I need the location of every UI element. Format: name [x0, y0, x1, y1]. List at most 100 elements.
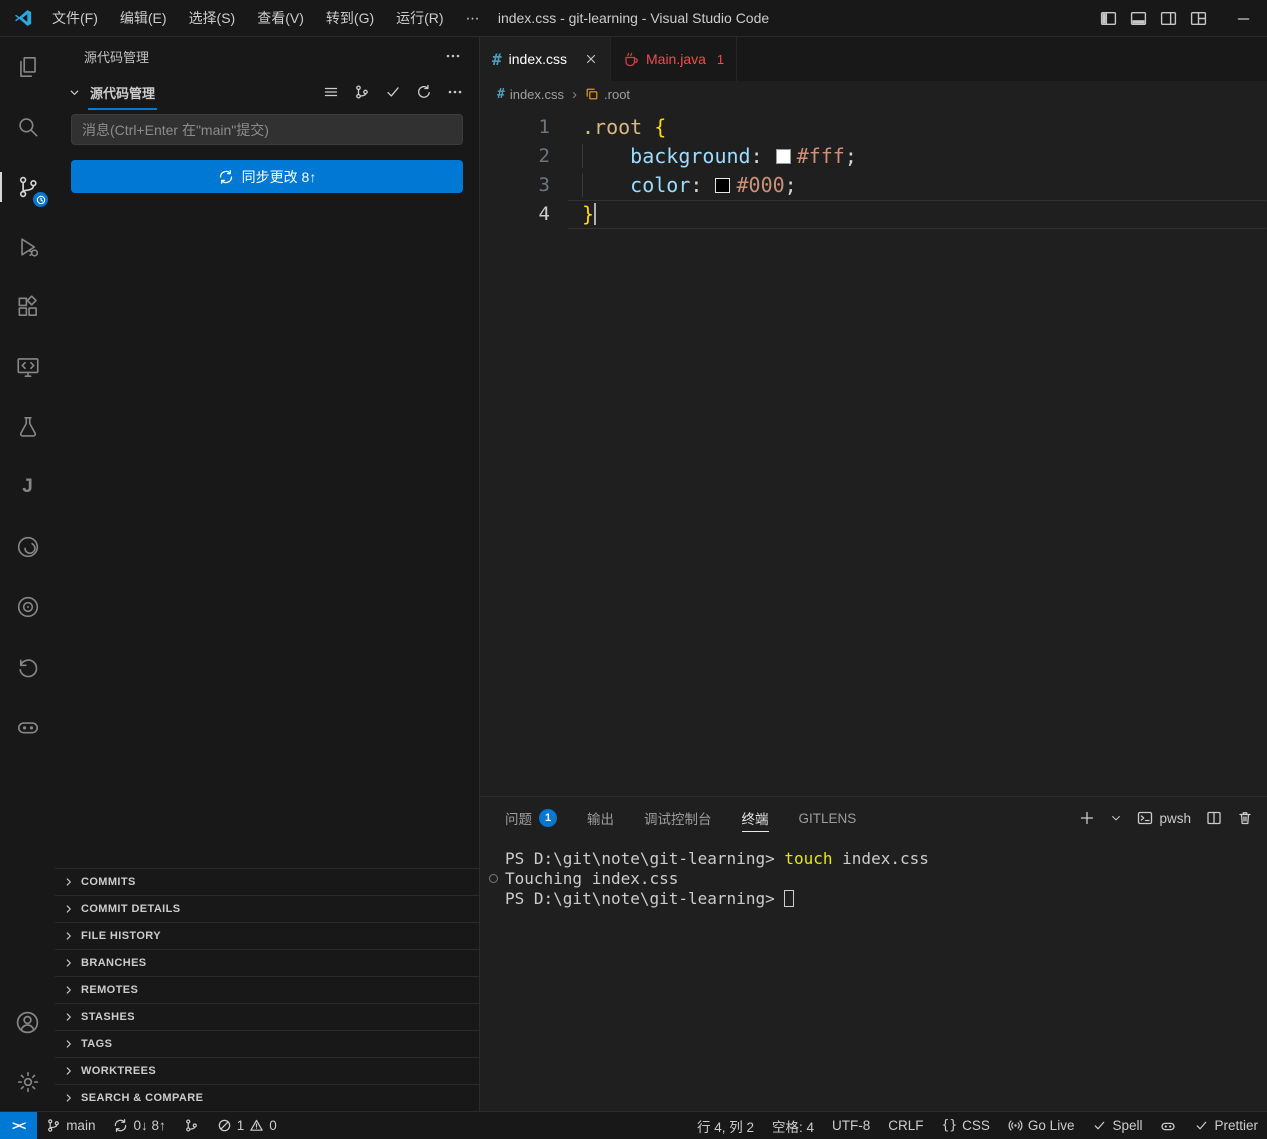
panel-tab-terminal[interactable]: 终端	[742, 797, 769, 839]
code-line[interactable]: 2 background: #fff;	[480, 142, 1267, 171]
section-label: SEARCH & COMPARE	[81, 1092, 203, 1104]
commit-graph-icon[interactable]	[354, 84, 370, 100]
copilot-icon[interactable]	[0, 697, 55, 757]
more-actions-icon[interactable]	[445, 48, 461, 64]
panel-tab-gitlens[interactable]: GITLENS	[799, 797, 857, 839]
menubar-item[interactable]: 文件(F)	[41, 0, 109, 36]
chevron-down-icon[interactable]	[67, 85, 82, 100]
tab-index-css[interactable]: # index.css	[480, 37, 611, 81]
spell-checker-status[interactable]: Spell	[1083, 1112, 1151, 1139]
toggle-secondary-sidebar-icon[interactable]	[1160, 10, 1177, 27]
sidebar-section-stashes[interactable]: STASHES	[55, 1003, 479, 1030]
gitlens-sections: COMMITSCOMMIT DETAILSFILE HISTORYBRANCHE…	[55, 868, 479, 1111]
section-label: TAGS	[81, 1038, 112, 1050]
refresh-icon[interactable]	[416, 84, 432, 100]
menubar-item[interactable]: 运行(R)	[385, 0, 454, 36]
language-mode-status[interactable]: {} CSS	[933, 1112, 999, 1139]
more-actions-icon[interactable]	[447, 84, 463, 100]
split-terminal-icon[interactable]	[1206, 810, 1222, 826]
panel-tab-debug-console[interactable]: 调试控制台	[644, 797, 712, 839]
code-line[interactable]: 4}	[480, 200, 1267, 229]
testing-icon[interactable]	[0, 397, 55, 457]
search-icon[interactable]	[0, 97, 55, 157]
copilot-status[interactable]	[1151, 1112, 1185, 1139]
commit-message-input[interactable]	[71, 114, 463, 145]
menubar-item[interactable]: 转到(G)	[315, 0, 385, 36]
close-icon[interactable]	[584, 52, 598, 66]
panel-tab-label: 问题	[505, 808, 532, 828]
menubar-item[interactable]: 选择(S)	[178, 0, 247, 36]
tab-main-java[interactable]: Main.java 1	[611, 37, 737, 81]
breadcrumb-file[interactable]: # index.css	[497, 87, 564, 102]
gradle-icon[interactable]	[0, 517, 55, 577]
sidebar-section-commits[interactable]: COMMITS	[55, 868, 479, 895]
source-control-icon[interactable]	[0, 157, 55, 217]
encoding-status[interactable]: UTF-8	[823, 1112, 879, 1139]
sidebar-section-branches[interactable]: BRANCHES	[55, 949, 479, 976]
eol-status[interactable]: CRLF	[879, 1112, 932, 1139]
code-text: background: #fff;	[582, 144, 857, 168]
toggle-panel-icon[interactable]	[1130, 10, 1147, 27]
code-token: .root	[582, 115, 654, 139]
sidebar-section-tags[interactable]: TAGS	[55, 1030, 479, 1057]
view-as-list-icon[interactable]	[323, 84, 339, 100]
menubar-item[interactable]: 查看(V)	[246, 0, 315, 36]
menubar-item[interactable]: 编辑(E)	[109, 0, 178, 36]
breadcrumb-symbol[interactable]: .root	[585, 87, 630, 102]
sidebar-section-commit-details[interactable]: COMMIT DETAILS	[55, 895, 479, 922]
terminal-profile-dropdown-icon[interactable]	[1110, 812, 1122, 824]
panel-tab-label: GITLENS	[799, 811, 857, 826]
scm-graph-status[interactable]	[175, 1112, 208, 1139]
sidebar-section-search-compare[interactable]: SEARCH & COMPARE	[55, 1084, 479, 1111]
sidebar-section-worktrees[interactable]: WORKTREES	[55, 1057, 479, 1084]
code-line[interactable]: 1.root {	[480, 113, 1267, 142]
sidebar-section-file-history[interactable]: FILE HISTORY	[55, 922, 479, 949]
sidebar-section-remotes[interactable]: REMOTES	[55, 976, 479, 1003]
title-bar: 文件(F)编辑(E)选择(S)查看(V)转到(G)运行(R)⋯ index.cs…	[0, 0, 1267, 37]
terminal-output[interactable]: PS D:\git\note\git-learning> touch index…	[480, 839, 1267, 1111]
code-token: :	[690, 173, 714, 197]
scm-section-title[interactable]: 源代码管理	[88, 75, 157, 110]
indentation-status[interactable]: 空格: 4	[763, 1112, 823, 1139]
shell-label: pwsh	[1159, 811, 1191, 826]
run-and-debug-icon[interactable]	[0, 217, 55, 277]
code-editor[interactable]: 1.root {2 background: #fff;3 color: #000…	[480, 107, 1267, 796]
branch-status[interactable]: main	[37, 1112, 104, 1139]
chevron-right-icon	[62, 902, 76, 916]
customize-layout-icon[interactable]	[1190, 10, 1207, 27]
prettier-status[interactable]: Prettier	[1185, 1112, 1267, 1139]
panel-tab-problems[interactable]: 问题1	[505, 797, 557, 839]
go-live-status[interactable]: Go Live	[999, 1112, 1084, 1139]
code-token: ;	[785, 173, 797, 197]
terminal-text: index.css	[833, 849, 929, 868]
remote-explorer-icon[interactable]	[0, 337, 55, 397]
remote-indicator[interactable]: ><	[0, 1112, 37, 1139]
commit-check-icon[interactable]	[385, 84, 401, 100]
sync-status[interactable]: 0↓ 8↑	[104, 1112, 174, 1139]
settings-gear-icon[interactable]	[0, 1052, 55, 1111]
chevron-right-icon	[62, 983, 76, 997]
target-icon[interactable]	[0, 577, 55, 637]
color-swatch[interactable]	[715, 178, 730, 193]
toggle-sidebar-icon[interactable]	[1100, 10, 1117, 27]
sync-changes-button[interactable]: 同步更改 8↑	[71, 160, 463, 193]
java-icon[interactable]: J	[0, 457, 55, 517]
new-terminal-icon[interactable]	[1079, 810, 1095, 826]
color-swatch[interactable]	[776, 149, 791, 164]
explorer-icon[interactable]	[0, 37, 55, 97]
code-token: color	[630, 173, 690, 197]
minimize-icon[interactable]	[1236, 11, 1251, 26]
window-title: index.css - git-learning - Visual Studio…	[498, 10, 769, 26]
problems-status[interactable]: 1 0	[208, 1112, 286, 1139]
terminal-instance[interactable]: pwsh	[1137, 810, 1191, 826]
gitlens-icon[interactable]	[0, 637, 55, 697]
extensions-icon[interactable]	[0, 277, 55, 337]
sync-icon	[113, 1118, 128, 1133]
cursor-position-status[interactable]: 行 4, 列 2	[688, 1112, 763, 1139]
menubar-item[interactable]: ⋯	[455, 0, 491, 36]
git-branch-icon	[46, 1118, 61, 1133]
code-line[interactable]: 3 color: #000;	[480, 171, 1267, 200]
kill-terminal-icon[interactable]	[1237, 810, 1253, 826]
account-icon[interactable]	[0, 993, 55, 1052]
panel-tab-output[interactable]: 输出	[587, 797, 614, 839]
